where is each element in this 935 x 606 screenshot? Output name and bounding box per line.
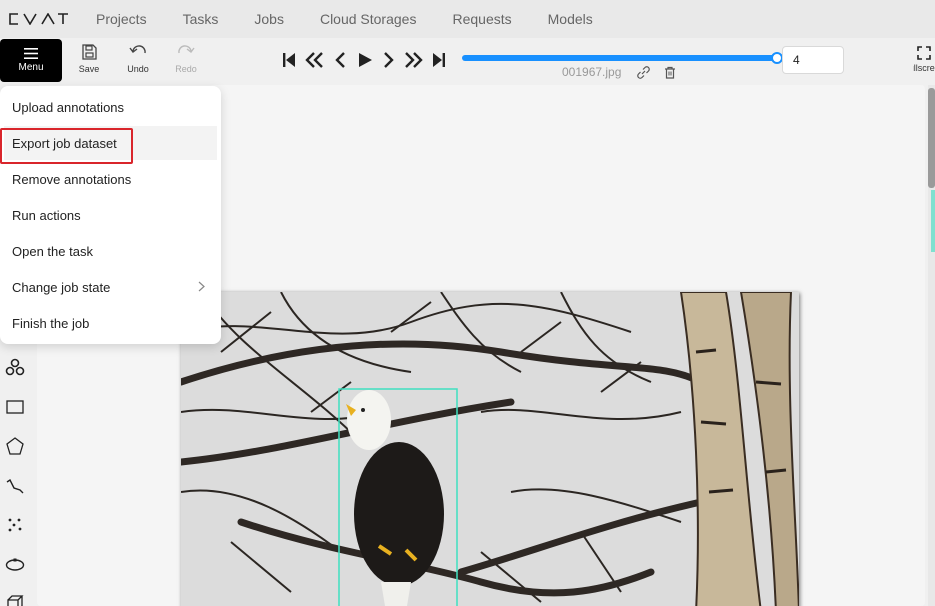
menu-item-run-actions[interactable]: Run actions — [4, 198, 217, 232]
redo-label: Redo — [175, 64, 197, 74]
menu-item-label: Open the task — [12, 243, 93, 259]
draw-polygon-button[interactable] — [4, 435, 26, 457]
menu-item-upload-annotations[interactable]: Upload annotations — [4, 90, 217, 124]
menu-button[interactable]: Menu — [0, 39, 62, 82]
draw-rectangle-button[interactable] — [4, 396, 26, 418]
redo-button[interactable]: Redo — [166, 44, 206, 78]
main-nav: Projects Tasks Jobs Cloud Storages Reque… — [96, 11, 629, 27]
annotation-toolbar: Menu Save Undo Redo 4 001967.jpg llscre — [0, 38, 935, 82]
fullscreen-label: Fullscreen — [913, 63, 935, 73]
ai-tools-button[interactable] — [4, 356, 26, 378]
menu-item-export-job-dataset[interactable]: Export job dataset — [4, 126, 217, 160]
previous-frame-button[interactable] — [332, 50, 348, 70]
menu-item-label: Upload annotations — [12, 99, 125, 115]
frame-filename: 001967.jpg — [562, 65, 622, 79]
draw-polyline-button[interactable] — [4, 475, 26, 497]
forward-button[interactable] — [403, 50, 425, 70]
redo-icon — [178, 45, 195, 54]
frame-image — [181, 292, 799, 606]
menu-item-finish-the-job[interactable]: Finish the job — [4, 306, 217, 340]
double-left-icon — [305, 52, 323, 68]
menu-item-label: Change job state — [12, 279, 111, 295]
annotation-menu-dropdown: Upload annotations Export job dataset Re… — [0, 86, 221, 344]
hamburger-icon — [24, 48, 38, 59]
double-right-icon — [405, 52, 423, 68]
ai-tools-icon — [5, 358, 25, 376]
nav-jobs[interactable]: Jobs — [254, 11, 284, 27]
last-frame-button[interactable] — [431, 50, 447, 70]
draw-ellipse-button[interactable] — [4, 554, 26, 576]
step-backward-icon — [283, 53, 295, 67]
delete-frame-button[interactable] — [664, 66, 676, 84]
nav-tasks[interactable]: Tasks — [183, 11, 219, 27]
canvas-scroll-thumb[interactable] — [928, 88, 935, 188]
undo-button[interactable]: Undo — [118, 44, 158, 78]
first-frame-button[interactable] — [281, 50, 297, 70]
trash-icon — [665, 66, 675, 79]
undo-label: Undo — [127, 64, 149, 74]
nav-requests[interactable]: Requests — [452, 11, 511, 27]
polygon-icon — [6, 437, 24, 455]
menu-item-label: Remove annotations — [12, 171, 132, 187]
play-icon — [359, 53, 372, 67]
save-button[interactable]: Save — [69, 44, 109, 78]
menu-item-remove-annotations[interactable]: Remove annotations — [4, 162, 217, 196]
nav-projects[interactable]: Projects — [96, 11, 147, 27]
polyline-icon — [6, 478, 24, 494]
chevron-left-icon — [335, 52, 345, 68]
save-label: Save — [78, 64, 100, 74]
cvat-logo[interactable] — [8, 12, 70, 26]
ellipse-icon — [5, 558, 25, 571]
play-button[interactable] — [356, 50, 374, 70]
cuboid-icon — [7, 595, 24, 606]
menu-item-open-the-task[interactable]: Open the task — [4, 234, 217, 268]
nav-cloud-storages[interactable]: Cloud Storages — [320, 11, 417, 27]
backward-button[interactable] — [303, 50, 325, 70]
frame-slider-track[interactable] — [462, 55, 778, 61]
top-navigation-bar: Projects Tasks Jobs Cloud Storages Reque… — [0, 0, 935, 38]
undo-icon — [129, 45, 146, 54]
draw-cuboid-button[interactable] — [4, 592, 26, 606]
nav-models[interactable]: Models — [548, 11, 593, 27]
rectangle-icon — [6, 400, 24, 414]
points-icon — [8, 518, 22, 532]
menu-label: Menu — [18, 62, 44, 73]
save-icon — [82, 44, 97, 60]
fullscreen-button[interactable]: Fullscreen — [913, 46, 935, 73]
objects-sidebar-collapse-handle[interactable] — [931, 190, 935, 252]
menu-item-label: Finish the job — [12, 315, 90, 331]
menu-item-label: Export job dataset — [12, 135, 117, 151]
frame-number-input[interactable] — [782, 46, 844, 74]
fullscreen-icon — [917, 46, 931, 60]
link-icon — [637, 66, 650, 79]
chevron-right-icon — [198, 281, 205, 292]
menu-item-change-job-state[interactable]: Change job state — [4, 270, 217, 304]
chevron-right-icon — [384, 52, 394, 68]
copy-link-button[interactable] — [637, 66, 650, 84]
next-frame-button[interactable] — [381, 50, 397, 70]
menu-item-label: Run actions — [12, 207, 81, 223]
step-forward-icon — [433, 53, 445, 67]
draw-points-button[interactable] — [4, 514, 26, 536]
